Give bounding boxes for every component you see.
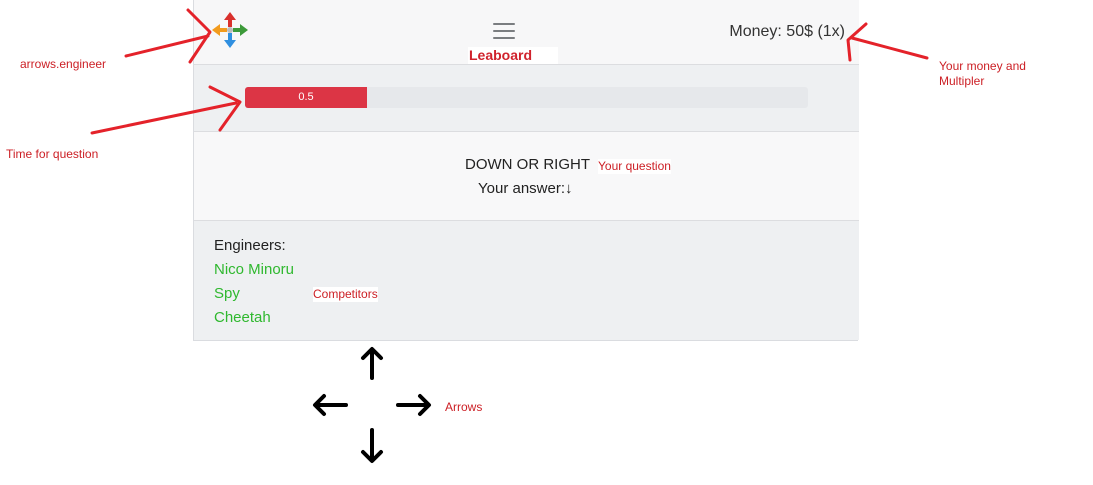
annotation-pointer-arrows xyxy=(90,8,929,135)
annotation-pointer xyxy=(850,36,929,60)
annotation-pointer xyxy=(90,101,238,135)
annotation-pointer xyxy=(186,8,212,64)
